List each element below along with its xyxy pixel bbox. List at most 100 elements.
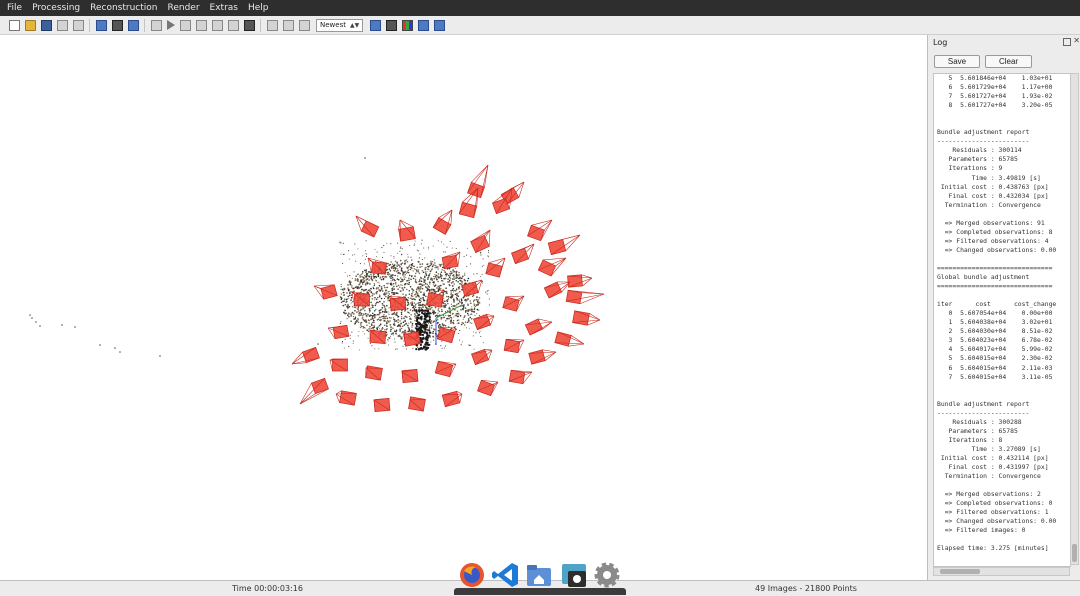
point (425, 296, 427, 298)
firefox-icon[interactable] (458, 561, 486, 589)
screenshot-icon[interactable] (560, 561, 588, 589)
point (383, 317, 385, 319)
point (382, 257, 383, 258)
point (341, 242, 342, 243)
pose-icon[interactable] (370, 20, 381, 31)
point (355, 275, 357, 277)
point (382, 327, 383, 328)
vscode-icon[interactable] (492, 561, 520, 589)
camera-frustum (374, 398, 390, 411)
point (468, 320, 470, 322)
undo-icon[interactable] (151, 20, 162, 31)
match-icon[interactable] (267, 20, 278, 31)
screenshot-icon[interactable] (434, 20, 445, 31)
scrollbar-thumb[interactable] (940, 569, 980, 574)
menu-reconstruction[interactable]: Reconstruction (85, 0, 162, 16)
point (449, 276, 451, 278)
point (426, 271, 427, 272)
point (365, 250, 366, 251)
save-project-icon[interactable] (41, 20, 52, 31)
reconstruction-viewport[interactable] (0, 35, 926, 580)
point (384, 316, 386, 318)
histogram-icon[interactable] (418, 20, 429, 31)
point (417, 295, 419, 297)
point (353, 313, 355, 315)
save-log-button[interactable]: Save (934, 55, 980, 68)
point (350, 283, 352, 285)
tools-icon[interactable] (228, 20, 239, 31)
list-icon[interactable] (283, 20, 294, 31)
point (408, 303, 410, 305)
clear-log-button[interactable]: Clear (985, 55, 1032, 68)
point (396, 312, 398, 314)
point (458, 292, 459, 293)
open-project-icon[interactable] (25, 20, 36, 31)
log-horizontal-scrollbar[interactable] (933, 567, 1070, 576)
table-icon[interactable] (112, 20, 123, 31)
point (397, 253, 398, 254)
point-cloud (29, 157, 490, 357)
point (446, 291, 448, 293)
close-panel-icon[interactable]: ✕ (1073, 36, 1080, 45)
point (401, 287, 403, 289)
point (399, 324, 401, 326)
point (478, 299, 480, 301)
export-icon[interactable] (73, 20, 84, 31)
point (459, 302, 460, 303)
float-panel-icon[interactable] (1063, 38, 1071, 46)
book-icon[interactable] (299, 20, 310, 31)
point (375, 309, 377, 311)
frustum-edge (580, 294, 604, 304)
gear-icon[interactable] (212, 20, 223, 31)
point (451, 318, 453, 320)
point (429, 327, 431, 329)
camera-image-plane (427, 293, 444, 307)
point (374, 297, 376, 299)
point (340, 321, 341, 322)
menu-processing[interactable]: Processing (27, 0, 85, 16)
point (489, 298, 490, 299)
status-time: Time 00:00:03:16 (232, 584, 303, 593)
log-text-area[interactable]: 5 5.601846e+04 1.03e+01 6 5.601729e+04 1… (933, 73, 1071, 567)
play-icon[interactable] (167, 20, 175, 30)
point (461, 303, 463, 305)
grid-icon[interactable] (96, 20, 107, 31)
point (345, 272, 346, 273)
new-project-icon[interactable] (9, 20, 20, 31)
point (366, 329, 368, 331)
point (451, 304, 452, 305)
import-icon[interactable] (57, 20, 68, 31)
reconstruction-scene[interactable] (0, 35, 926, 580)
point (360, 274, 362, 276)
point (119, 351, 121, 353)
point (404, 272, 406, 274)
menu-file[interactable]: File (0, 0, 27, 16)
point (383, 301, 385, 303)
settings-icon[interactable] (593, 561, 621, 589)
menu-help[interactable]: Help (243, 0, 274, 16)
point (425, 331, 427, 333)
point (397, 319, 399, 321)
log-vertical-scrollbar[interactable] (1070, 73, 1079, 565)
menu-extras[interactable]: Extras (205, 0, 243, 16)
point (372, 293, 374, 295)
point (446, 247, 447, 248)
files-icon[interactable] (525, 561, 553, 589)
colormap-icon[interactable] (402, 20, 413, 31)
sort-select[interactable]: Newest▲▼ (316, 19, 363, 32)
point (379, 320, 381, 322)
camera-frustum (486, 258, 505, 277)
pause-icon[interactable] (196, 20, 207, 31)
point (443, 324, 445, 326)
point (441, 311, 443, 313)
camera-icon[interactable] (386, 20, 397, 31)
contrast-icon[interactable] (244, 20, 255, 31)
point (406, 273, 407, 274)
point (433, 340, 434, 341)
point (377, 287, 378, 288)
menu-render[interactable]: Render (162, 0, 204, 16)
scrollbar-thumb[interactable] (1072, 544, 1077, 562)
step-icon[interactable] (180, 20, 191, 31)
window-icon[interactable] (128, 20, 139, 31)
point (469, 328, 470, 329)
